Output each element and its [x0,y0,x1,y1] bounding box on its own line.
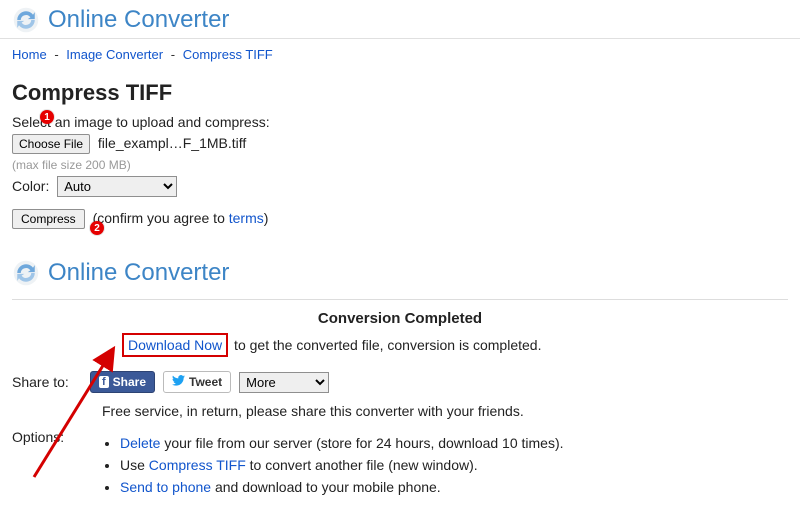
options-label: Options: [12,429,82,501]
delete-rest: your file from our server (store for 24 … [160,435,563,451]
option-reuse: Use Compress TIFF to convert another fil… [120,457,564,473]
options-row: Options: Delete your file from our serve… [12,429,788,501]
selected-filename: file_exampl…F_1MB.tiff [98,135,246,151]
refresh-logo-icon [12,6,40,34]
download-highlight-box: Download Now [122,333,228,357]
brand-title-2: Online Converter [48,259,229,287]
breadcrumb-home[interactable]: Home [12,47,47,62]
option-send-phone: Send to phone and download to your mobil… [120,479,564,495]
result-section: Conversion Completed Download Now to get… [0,299,800,501]
refresh-logo-icon [12,259,40,287]
twitter-icon [172,375,185,389]
option-delete: Delete your file from our server (store … [120,435,564,451]
delete-link[interactable]: Delete [120,435,160,451]
share-note: Free service, in return, please share th… [12,403,788,419]
breadcrumb-sep: - [54,47,58,62]
send-to-phone-link[interactable]: Send to phone [120,479,211,495]
confirm-pre: (confirm you agree to [93,210,229,226]
header-2: Online Converter [0,253,800,287]
facebook-share-label: Share [113,375,146,389]
header: Online Converter [0,0,800,39]
send-rest: and download to your mobile phone. [211,479,441,495]
conversion-completed-heading: Conversion Completed [12,310,788,327]
max-file-note: (max file size 200 MB) [12,158,788,172]
color-row: Color: Auto [12,176,788,197]
twitter-tweet-label: Tweet [189,375,222,389]
facebook-icon: f [99,376,109,388]
compress-row: Compress 2 (confirm you agree to terms) [12,209,788,229]
breadcrumb-compress-tiff[interactable]: Compress TIFF [183,47,273,62]
share-more-select[interactable]: More [239,372,329,393]
upload-section: Compress TIFF 1 Select an image to uploa… [0,80,800,229]
step-badge-2: 2 [90,221,104,235]
download-now-link[interactable]: Download Now [128,337,222,353]
use-rest: to convert another file (new window). [246,457,478,473]
choose-file-button[interactable]: Choose File [12,134,90,154]
facebook-share-button[interactable]: f Share [90,371,155,393]
breadcrumb: Home - Image Converter - Compress TIFF [0,39,800,66]
page-title: Compress TIFF [12,80,788,106]
upload-prompt-row: 1 Select an image to upload and compress… [12,114,788,130]
use-pre: Use [120,457,149,473]
step-badge-1: 1 [40,110,54,124]
compress-button[interactable]: Compress [12,209,85,229]
share-row: Share to: f Share Tweet More [12,367,788,397]
download-after-text: to get the converted file, conversion is… [230,337,541,353]
compress-tiff-link[interactable]: Compress TIFF [149,457,246,473]
brand-title: Online Converter [48,6,229,34]
share-label: Share to: [12,374,82,390]
options-list: Delete your file from our server (store … [98,429,564,501]
breadcrumb-image-converter[interactable]: Image Converter [66,47,163,62]
color-select[interactable]: Auto [57,176,177,197]
file-chooser-row: Choose File file_exampl…F_1MB.tiff [12,134,788,154]
download-row: Download Now to get the converted file, … [12,333,788,357]
color-label: Color: [12,178,49,194]
terms-link[interactable]: terms [229,210,264,226]
confirm-post: ) [264,210,269,226]
breadcrumb-sep: - [171,47,175,62]
divider [12,299,788,300]
twitter-tweet-button[interactable]: Tweet [163,371,231,393]
